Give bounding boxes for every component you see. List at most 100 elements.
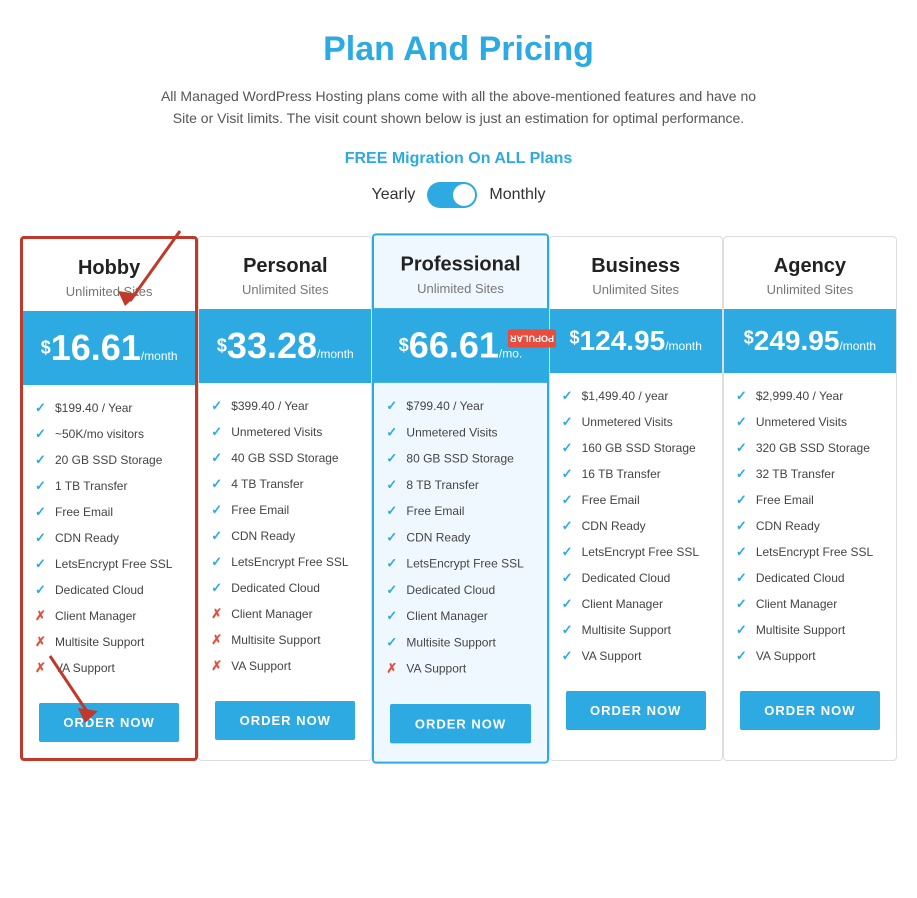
cross-icon: ✗ bbox=[35, 608, 49, 624]
feature-text: Dedicated Cloud bbox=[55, 583, 144, 597]
feature-text: Free Email bbox=[55, 505, 113, 519]
plan-header-professional: ProfessionalUnlimited Sites bbox=[374, 235, 546, 308]
plan-price-box-professional: POPULAR$66.61/mo. bbox=[374, 308, 546, 383]
cross-icon: ✗ bbox=[386, 660, 400, 676]
list-item: ✓ 8 TB Transfer bbox=[382, 472, 538, 498]
plan-header-agency: Agency Unlimited Sites bbox=[724, 237, 896, 309]
popular-badge: POPULAR bbox=[508, 329, 556, 347]
list-item: ✓16 TB Transfer bbox=[558, 461, 714, 487]
feature-text: CDN Ready bbox=[55, 531, 119, 545]
check-icon: ✓ bbox=[562, 570, 576, 586]
toggle-switch[interactable] bbox=[427, 182, 477, 208]
order-now-button-personal[interactable]: ORDER NOW bbox=[215, 701, 355, 740]
check-icon: ✓ bbox=[211, 424, 225, 440]
list-item: ✓LetsEncrypt Free SSL bbox=[31, 551, 187, 577]
list-item: ✓$799.40 / Year bbox=[382, 393, 538, 419]
plan-price-box-business: $124.95/month bbox=[550, 309, 722, 373]
feature-text: Multisite Support bbox=[55, 635, 144, 649]
feature-text: 20 GB SSD Storage bbox=[55, 453, 162, 467]
feature-text: Dedicated Cloud bbox=[582, 571, 671, 585]
check-icon: ✓ bbox=[35, 582, 49, 598]
feature-text: Unmetered Visits bbox=[582, 415, 673, 429]
list-item: ✓ CDN Ready bbox=[558, 513, 714, 539]
feature-text: Unmetered Visits bbox=[231, 425, 322, 439]
check-icon: ✓ bbox=[736, 440, 750, 456]
list-item: ✓LetsEncrypt Free SSL bbox=[207, 549, 363, 575]
check-icon: ✓ bbox=[35, 426, 49, 442]
check-icon: ✓ bbox=[562, 518, 576, 534]
plan-header-hobby: HobbyUnlimited Sites bbox=[23, 239, 195, 311]
check-icon: ✓ bbox=[736, 596, 750, 612]
check-icon: ✓ bbox=[386, 582, 400, 598]
check-icon: ✓ bbox=[35, 504, 49, 520]
plan-price-box-hobby: $16.61/month bbox=[23, 311, 195, 385]
list-item: ✓Free Email bbox=[732, 487, 888, 513]
list-item: ✓Multisite Support bbox=[382, 629, 538, 655]
check-icon: ✓ bbox=[211, 398, 225, 414]
check-icon: ✓ bbox=[386, 477, 400, 493]
price-amount-business: $124.95/month bbox=[570, 337, 702, 354]
check-icon: ✓ bbox=[386, 529, 400, 545]
check-icon: ✓ bbox=[736, 570, 750, 586]
list-item: ✓CDN Ready bbox=[732, 513, 888, 539]
check-icon: ✓ bbox=[386, 555, 400, 571]
list-item: ✗VA Support bbox=[31, 655, 187, 681]
cross-icon: ✗ bbox=[211, 606, 225, 622]
check-icon: ✓ bbox=[736, 492, 750, 508]
feature-text: Client Manager bbox=[406, 609, 487, 623]
plan-subtitle-agency: Unlimited Sites bbox=[736, 282, 884, 297]
check-icon: ✓ bbox=[562, 466, 576, 482]
monthly-label: Monthly bbox=[489, 186, 545, 204]
list-item: ✓$199.40 / Year bbox=[31, 395, 187, 421]
list-item: ✓Free Email bbox=[382, 498, 538, 524]
plan-card-business: BusinessUnlimited Sites$124.95/month✓$1,… bbox=[549, 236, 723, 761]
feature-text: $199.40 / Year bbox=[55, 401, 132, 415]
plan-subtitle-business: Unlimited Sites bbox=[562, 282, 710, 297]
check-icon: ✓ bbox=[562, 492, 576, 508]
feature-text: LetsEncrypt Free SSL bbox=[231, 555, 348, 569]
list-item: ✓4 TB Transfer bbox=[207, 471, 363, 497]
plan-card-professional: ProfessionalUnlimited SitesPOPULAR$66.61… bbox=[372, 233, 548, 763]
feature-text: 8 TB Transfer bbox=[406, 478, 478, 492]
plan-name-agency: Agency bbox=[736, 255, 884, 278]
list-item: ✓CDN Ready bbox=[31, 525, 187, 551]
check-icon: ✓ bbox=[35, 452, 49, 468]
feature-text: Client Manager bbox=[55, 609, 136, 623]
feature-text: CDN Ready bbox=[406, 530, 470, 544]
plan-card-hobby: HobbyUnlimited Sites$16.61/month✓$199.40… bbox=[20, 236, 198, 761]
order-now-button-agency[interactable]: ORDER NOW bbox=[740, 691, 880, 730]
plan-subtitle-personal: Unlimited Sites bbox=[211, 282, 359, 297]
cross-icon: ✗ bbox=[35, 660, 49, 676]
list-item: ✓LetsEncrypt Free SSL bbox=[382, 550, 538, 576]
subtitle: All Managed WordPress Hosting plans come… bbox=[20, 85, 897, 130]
list-item: ✓ Dedicated Cloud bbox=[558, 565, 714, 591]
check-icon: ✓ bbox=[562, 622, 576, 638]
list-item: ✓$399.40 / Year bbox=[207, 393, 363, 419]
feature-text: LetsEncrypt Free SSL bbox=[756, 545, 873, 559]
feature-text: Client Manager bbox=[756, 597, 837, 611]
check-icon: ✓ bbox=[736, 622, 750, 638]
list-item: ✓ 20 GB SSD Storage bbox=[31, 447, 187, 473]
list-item: ✓ CDN Ready bbox=[382, 524, 538, 550]
check-icon: ✓ bbox=[211, 580, 225, 596]
order-now-button-business[interactable]: ORDER NOW bbox=[566, 691, 706, 730]
order-btn-wrap-hobby: ORDER NOW bbox=[23, 691, 195, 758]
list-item: ✓Unmetered Visits bbox=[732, 409, 888, 435]
feature-text: Dedicated Cloud bbox=[406, 583, 495, 597]
check-icon: ✓ bbox=[211, 502, 225, 518]
list-item: ✓ Dedicated Cloud bbox=[382, 577, 538, 603]
check-icon: ✓ bbox=[562, 388, 576, 404]
feature-text: CDN Ready bbox=[582, 519, 646, 533]
list-item: ✓Free Email bbox=[207, 497, 363, 523]
order-now-button-professional[interactable]: ORDER NOW bbox=[390, 704, 530, 743]
list-item: ✓$1,499.40 / year bbox=[558, 383, 714, 409]
order-now-button-hobby[interactable]: ORDER NOW bbox=[39, 703, 179, 742]
list-item: ✓$2,999.40 / Year bbox=[732, 383, 888, 409]
feature-text: Dedicated Cloud bbox=[756, 571, 845, 585]
check-icon: ✓ bbox=[386, 450, 400, 466]
list-item: ✓~50K/mo visitors bbox=[31, 421, 187, 447]
feature-text: VA Support bbox=[406, 661, 466, 675]
feature-text: Unmetered Visits bbox=[756, 415, 847, 429]
check-icon: ✓ bbox=[562, 440, 576, 456]
check-icon: ✓ bbox=[562, 414, 576, 430]
